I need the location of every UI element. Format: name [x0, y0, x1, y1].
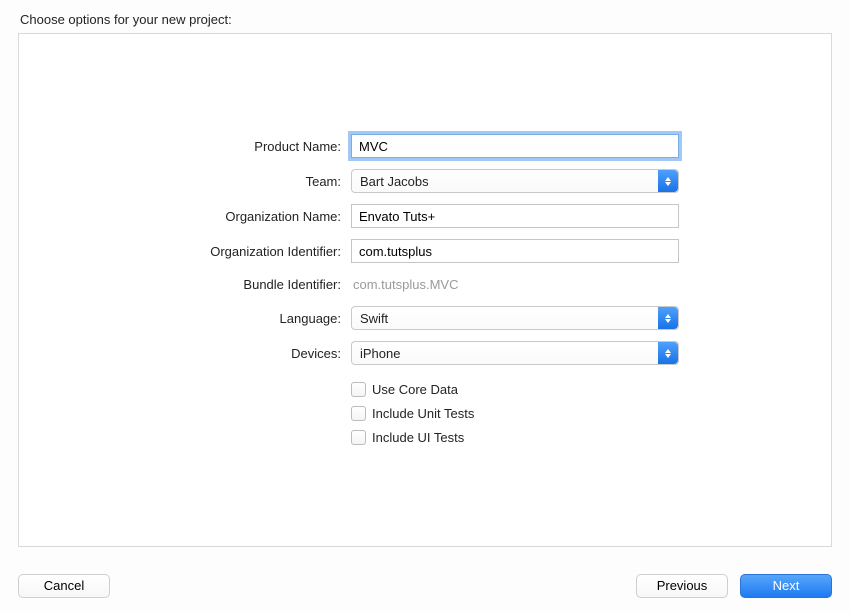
next-button[interactable]: Next: [740, 574, 832, 598]
team-popup-value: Bart Jacobs: [352, 174, 658, 189]
project-form: Product Name: Team: Bart Jacobs Organiza…: [19, 134, 831, 451]
row-org-name: Organization Name:: [19, 204, 831, 228]
label-language: Language:: [19, 311, 351, 326]
previous-button[interactable]: Previous: [636, 574, 728, 598]
label-team: Team:: [19, 174, 351, 189]
language-popup[interactable]: Swift: [351, 306, 679, 330]
row-org-id: Organization Identifier:: [19, 239, 831, 263]
row-language: Language: Swift: [19, 306, 831, 330]
options-panel: Product Name: Team: Bart Jacobs Organiza…: [18, 33, 832, 547]
button-bar: Cancel Previous Next: [18, 574, 832, 598]
checkbox-icon: [351, 430, 366, 445]
checkbox-ui-tests[interactable]: Include UI Tests: [351, 427, 679, 447]
row-checkboxes: Use Core Data Include Unit Tests Include…: [19, 379, 831, 451]
org-id-input[interactable]: [351, 239, 679, 263]
devices-popup[interactable]: iPhone: [351, 341, 679, 365]
product-name-input[interactable]: [351, 134, 679, 158]
language-popup-value: Swift: [352, 311, 658, 326]
label-devices: Devices:: [19, 346, 351, 361]
checkbox-unit-tests[interactable]: Include Unit Tests: [351, 403, 679, 423]
label-org-id: Organization Identifier:: [19, 244, 351, 259]
label-product-name: Product Name:: [19, 139, 351, 154]
bundle-id-value: com.tutsplus.MVC: [351, 274, 679, 295]
checkbox-unit-tests-label: Include Unit Tests: [372, 406, 474, 421]
cancel-button[interactable]: Cancel: [18, 574, 110, 598]
checkbox-core-data-label: Use Core Data: [372, 382, 458, 397]
checkbox-icon: [351, 406, 366, 421]
row-devices: Devices: iPhone: [19, 341, 831, 365]
updown-icon: [658, 342, 678, 364]
team-popup[interactable]: Bart Jacobs: [351, 169, 679, 193]
updown-icon: [658, 170, 678, 192]
devices-popup-value: iPhone: [352, 346, 658, 361]
label-bundle-id: Bundle Identifier:: [19, 277, 351, 292]
checkbox-ui-tests-label: Include UI Tests: [372, 430, 464, 445]
label-org-name: Organization Name:: [19, 209, 351, 224]
page-heading: Choose options for your new project:: [18, 12, 832, 27]
checkbox-icon: [351, 382, 366, 397]
row-product-name: Product Name:: [19, 134, 831, 158]
updown-icon: [658, 307, 678, 329]
row-team: Team: Bart Jacobs: [19, 169, 831, 193]
checkbox-core-data[interactable]: Use Core Data: [351, 379, 679, 399]
row-bundle-id: Bundle Identifier: com.tutsplus.MVC: [19, 274, 831, 295]
org-name-input[interactable]: [351, 204, 679, 228]
